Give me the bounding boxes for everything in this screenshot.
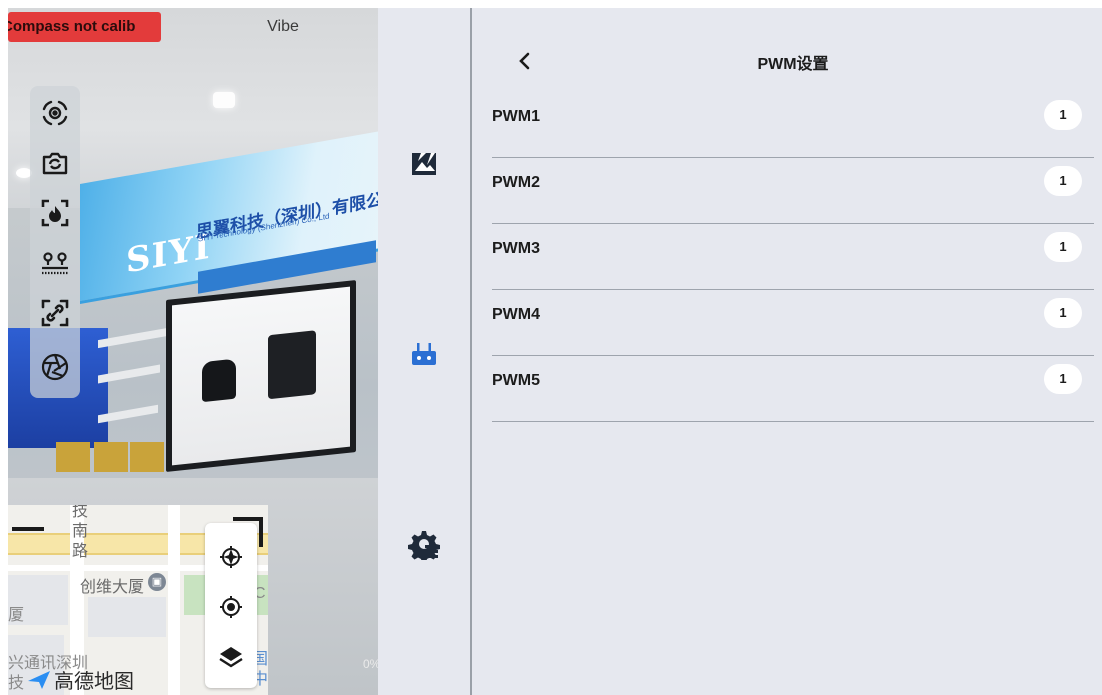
map-block [88,597,166,637]
ranging-icon[interactable] [36,244,74,282]
camera-scene-light [213,92,235,108]
thermal-icon[interactable] [36,194,74,232]
pwm-label: PWM5 [492,372,540,389]
pwm-label: PWM3 [492,240,540,257]
compass-warning-badge[interactable]: Compass not calib [8,12,161,42]
camera-scene-plaque [94,442,128,472]
aircraft-locate-icon[interactable] [215,541,247,573]
pwm-settings-panel: PWM设置 PWM1 1 PWM2 1 PWM3 1 PWM4 1 PWM5 1 [472,8,1102,695]
gaode-map-logo: 高德地图 [26,665,134,694]
map-label: 路 [72,543,89,560]
map-corner-marker [259,517,263,547]
pwm-row-2[interactable]: PWM2 1 [492,158,1094,224]
pwm-value-badge[interactable]: 1 [1044,364,1082,394]
pwm-value-badge[interactable]: 1 [1044,100,1082,130]
pwm-value-badge[interactable]: 1 [1044,298,1082,328]
side-navigation [378,8,470,695]
building-pin-icon: ▣ [148,573,166,591]
map-label-building: 创维大厦 [80,579,145,596]
map-corner-marker [12,527,44,531]
page-title: PWM设置 [757,56,829,73]
camera-switch-icon[interactable] [36,144,74,182]
pwm-label: PWM2 [492,174,540,191]
pwm-label: PWM1 [492,108,540,125]
pwm-value-badge[interactable]: 1 [1044,232,1082,262]
camera-scene-shelf [98,327,168,349]
gimbal-center-icon[interactable] [36,94,74,132]
pwm-label: PWM4 [492,306,540,323]
pwm-row-5[interactable]: PWM5 1 [492,356,1094,422]
my-location-icon[interactable] [215,591,247,623]
vibe-label[interactable]: Vibe [258,12,308,42]
camera-view[interactable]: SIYI 思翼科技（深圳）有限公司 SIYI Technology (Shenz… [8,8,378,695]
aperture-icon[interactable] [36,348,74,386]
link-icon[interactable] [36,294,74,332]
pwm-row-3[interactable]: PWM3 1 [492,224,1094,290]
camera-toolbar [30,86,80,398]
pwm-row-4[interactable]: PWM4 1 [492,290,1094,356]
pwm-value-badge[interactable]: 1 [1044,166,1082,196]
map-label: 技 [8,675,25,692]
zoom-percentage: 0% [363,657,378,671]
map-road [168,505,180,695]
map-controls [205,523,257,688]
camera-scene-tv [166,280,356,472]
gallery-icon[interactable] [408,148,440,180]
camera-scene-plaque [56,442,90,472]
map-label: 厦 [8,607,25,624]
remote-controller-icon[interactable] [408,338,440,370]
settings-gear-icon[interactable] [408,528,440,560]
gaode-arrow-icon [28,670,50,689]
layers-icon[interactable] [215,641,247,673]
pwm-row-1[interactable]: PWM1 1 [492,92,1094,158]
camera-scene-plaque [130,442,164,472]
